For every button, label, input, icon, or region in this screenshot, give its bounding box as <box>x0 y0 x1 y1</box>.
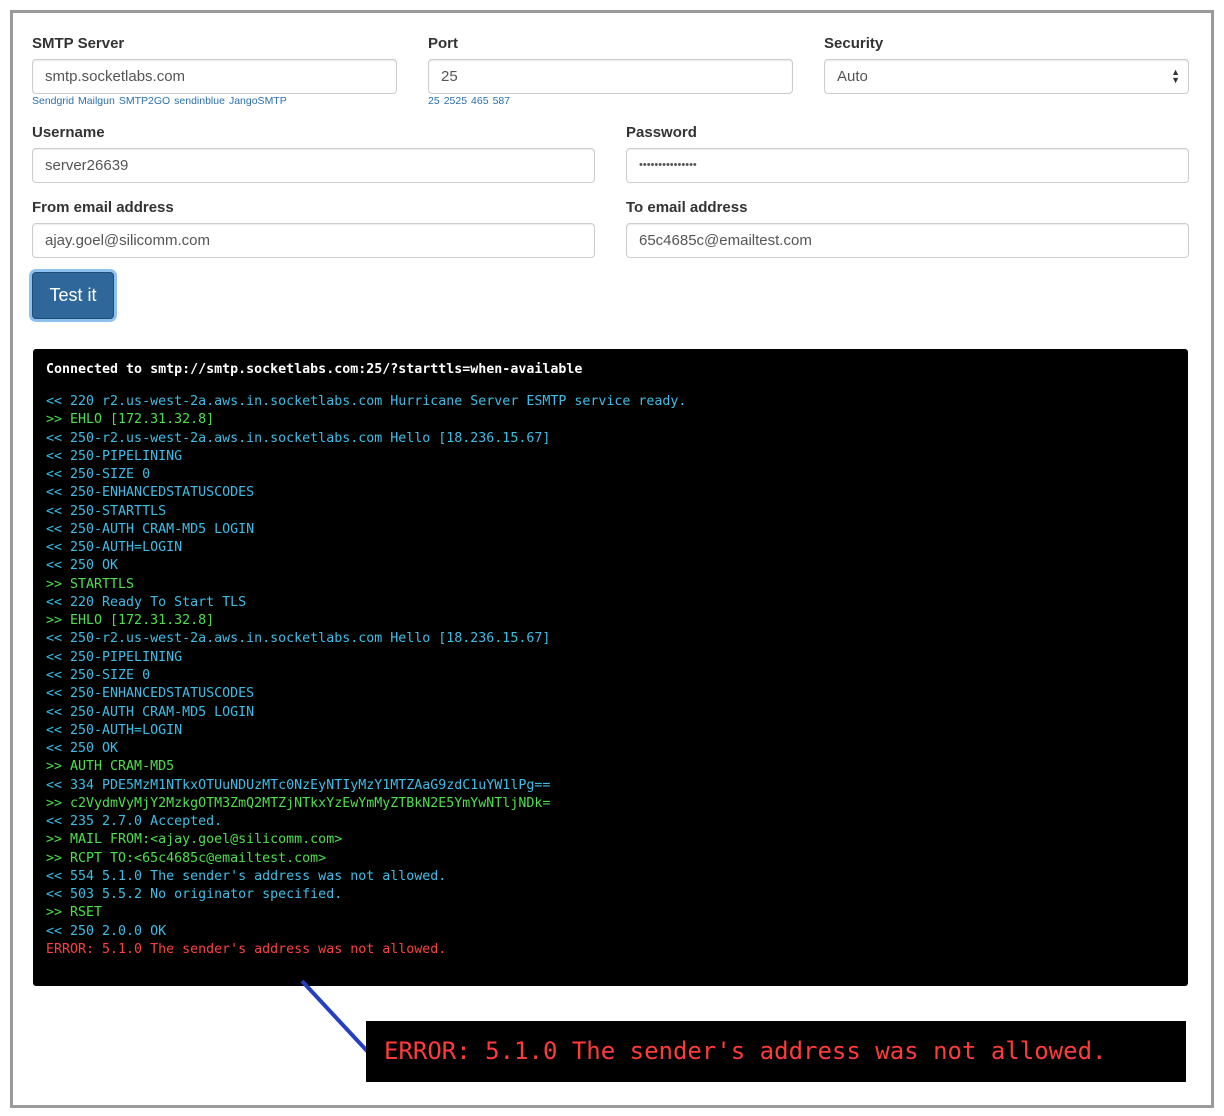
error-callout: ERROR: 5.1.0 The sender's address was no… <box>366 1021 1186 1082</box>
callout-pointer-line <box>300 979 370 1054</box>
callout-pointer <box>300 979 370 1054</box>
